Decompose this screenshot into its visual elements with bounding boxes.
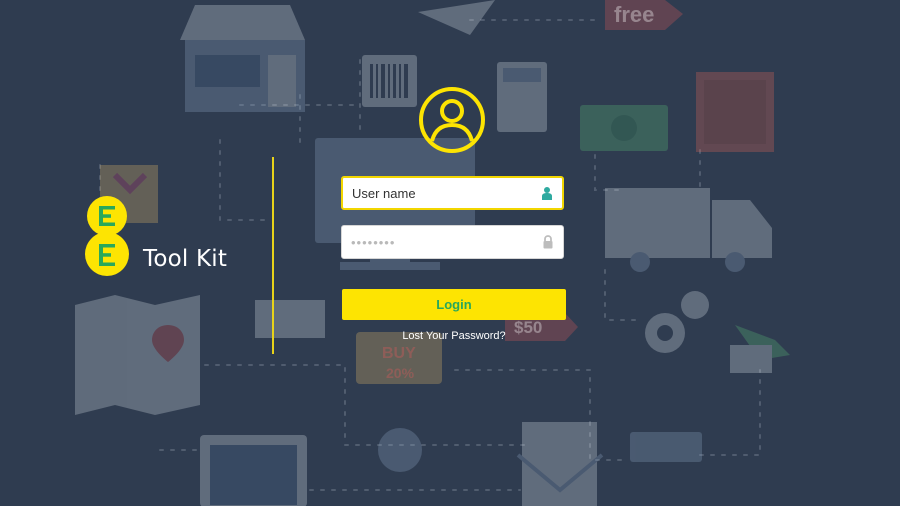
bag-discount-label: 20% [386,365,415,381]
credit-card-icon [630,432,702,462]
username-field-wrapper [341,176,564,210]
globe-icon [378,428,422,472]
lock-icon [543,235,553,249]
password-input[interactable] [342,226,541,258]
free-tag-label: free [614,2,654,27]
product-name: Tool Kit [143,246,228,272]
user-circle-icon [419,87,485,153]
vertical-divider [272,157,274,354]
person-icon [542,187,552,200]
paper-plane-icon [418,0,495,35]
login-button[interactable]: Login [342,289,566,320]
map-icon [75,295,200,415]
bag-buy-label: BUY [382,345,416,362]
password-field-wrapper [341,225,564,259]
envelope-icon [522,422,597,506]
gear-icon [681,291,709,319]
basket-icon [255,300,325,338]
truck-icon [605,188,710,258]
username-input[interactable] [343,178,540,208]
brand-lockup: Tool Kit [82,196,227,278]
lost-password-link[interactable]: Lost Your Password? [342,330,566,342]
ee-logo-icon [85,196,129,276]
